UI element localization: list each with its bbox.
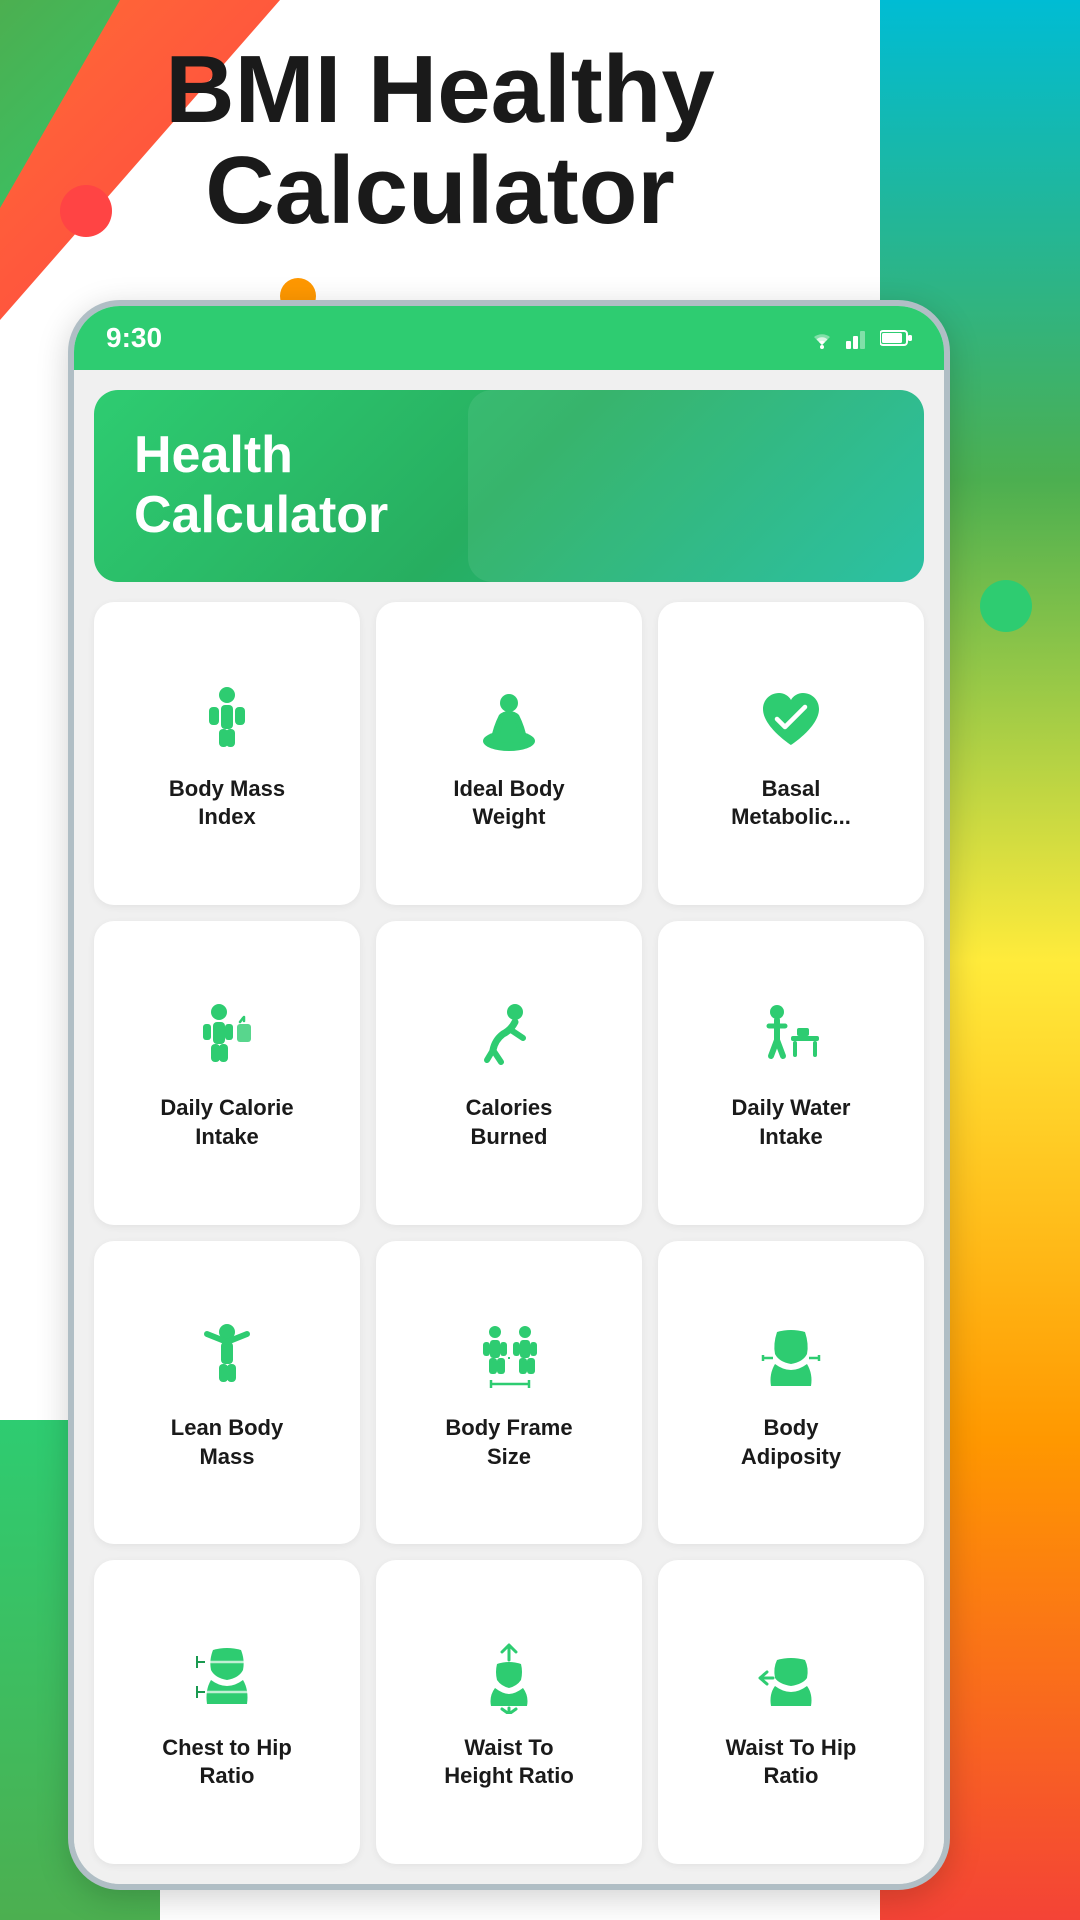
torso-arrow-up-icon: [469, 1638, 549, 1718]
calc-item-dwi[interactable]: Daily WaterIntake: [658, 921, 924, 1225]
status-time: 9:30: [106, 322, 162, 354]
calc-item-cb[interactable]: CaloriesBurned: [376, 921, 642, 1225]
calc-item-bmr[interactable]: BasalMetabolic...: [658, 602, 924, 906]
torso-wide-icon: [751, 1318, 831, 1398]
page-title-area: BMI Healthy Calculator: [0, 40, 880, 242]
calc-item-lbm[interactable]: Lean BodyMass: [94, 1241, 360, 1545]
calc-label-cb: CaloriesBurned: [466, 1094, 553, 1151]
calc-item-ba[interactable]: BodyAdiposity: [658, 1241, 924, 1545]
status-icons: [808, 327, 912, 349]
calc-item-bmi[interactable]: Body MassIndex: [94, 602, 360, 906]
header-title: HealthCalculator: [134, 426, 884, 546]
calc-label-bfs: Body FrameSize: [445, 1414, 572, 1471]
calc-item-dci[interactable]: Daily CalorieIntake: [94, 921, 360, 1225]
calc-item-wthr[interactable]: Waist ToHeight Ratio: [376, 1560, 642, 1864]
calculator-grid: Body MassIndex Ideal BodyWeight: [74, 582, 944, 1884]
torso-lines-icon: [187, 1638, 267, 1718]
calc-label-dwi: Daily WaterIntake: [731, 1094, 850, 1151]
calc-label-lbm: Lean BodyMass: [171, 1414, 283, 1471]
person-arms-up-icon: [187, 1318, 267, 1398]
calc-label-dci: Daily CalorieIntake: [160, 1094, 293, 1151]
calc-item-chr[interactable]: Chest to HipRatio: [94, 1560, 360, 1864]
calc-label-chr: Chest to HipRatio: [162, 1734, 292, 1791]
calc-item-bfs[interactable]: Body FrameSize: [376, 1241, 642, 1545]
calc-item-wthr2[interactable]: Waist To HipRatio: [658, 1560, 924, 1864]
person-desk-icon: [751, 998, 831, 1078]
wifi-icon: [808, 327, 836, 349]
calc-item-ibw[interactable]: Ideal BodyWeight: [376, 602, 642, 906]
calc-label-ibw: Ideal BodyWeight: [453, 775, 564, 832]
person-drink-icon: [187, 998, 267, 1078]
person-bend-icon: [469, 998, 549, 1078]
phone-content: HealthCalculator Body MassIndex: [74, 370, 944, 1884]
person-icon: [187, 679, 267, 759]
signal-icon: [846, 327, 870, 349]
calc-label-bmr: BasalMetabolic...: [731, 775, 851, 832]
torso-arrow-left-icon: [751, 1638, 831, 1718]
calc-label-bmi: Body MassIndex: [169, 775, 285, 832]
calc-label-ba: BodyAdiposity: [741, 1414, 841, 1471]
status-bar: 9:30: [74, 306, 944, 370]
dot-green-right: [980, 580, 1032, 632]
page-title: BMI Healthy Calculator: [60, 40, 820, 242]
battery-icon: [880, 329, 912, 347]
scale-person-icon: [469, 679, 549, 759]
heart-check-icon: [751, 679, 831, 759]
phone-frame: 9:30: [68, 300, 950, 1890]
calc-label-wthr2: Waist To HipRatio: [726, 1734, 857, 1791]
calc-label-wthr: Waist ToHeight Ratio: [444, 1734, 574, 1791]
header-banner: HealthCalculator: [94, 390, 924, 582]
two-persons-icon: [469, 1318, 549, 1398]
